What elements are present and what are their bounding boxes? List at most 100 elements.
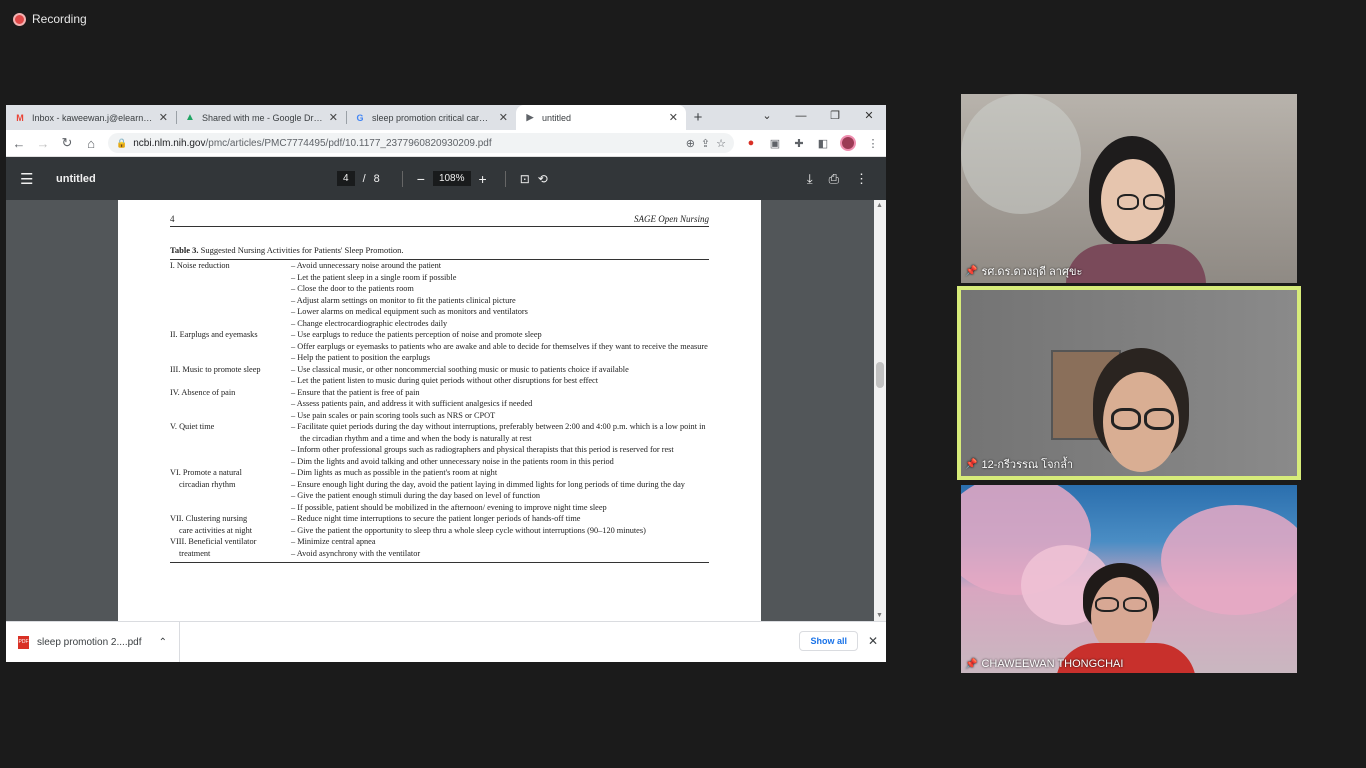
table-cell-category (170, 502, 291, 514)
download-icon[interactable]: ⤓ (807, 171, 813, 187)
google-icon: G (356, 112, 364, 123)
glasses-icon (1143, 194, 1165, 210)
close-tab-icon[interactable]: ✕ (159, 111, 168, 124)
table-cell-category: I. Noise reduction (170, 261, 230, 270)
bookmark-star-icon[interactable]: ☆ (716, 137, 726, 150)
table-cell-category: care activities at night (179, 525, 253, 535)
glasses-icon (1117, 194, 1139, 210)
table-row: – Use pain scales or pain scoring tools … (170, 410, 709, 422)
forward-button[interactable]: → (36, 136, 50, 151)
table-row: – If possible, patient should be mobiliz… (170, 502, 709, 514)
glasses-icon (1123, 597, 1147, 612)
scroll-down-icon[interactable]: ▼ (876, 612, 883, 619)
share-icon[interactable]: ⇪ (701, 137, 710, 150)
table-row: – Change electrocardiographic electrodes… (170, 318, 709, 330)
fit-page-icon[interactable]: ⊡ (520, 172, 530, 186)
video-tile-1[interactable]: 📌 รศ.ดร.ดวงฤดี ลาศุขะ (961, 94, 1297, 283)
table-cell-activity: – Minimize central apnea (291, 537, 376, 546)
zoom-level-input[interactable]: 108% (432, 171, 471, 186)
table-caption-text: Suggested Nursing Activities for Patient… (200, 245, 404, 255)
close-window-button[interactable]: ✕ (852, 105, 886, 130)
close-download-bar-icon[interactable]: ✕ (868, 634, 878, 648)
youtube-extension-icon[interactable]: ● (744, 137, 758, 149)
back-button[interactable]: ← (12, 136, 26, 151)
pdf-toolbar: ☰ untitled 4 / 8 − 108% + ⊡ ⟲ ⤓ ⎙ ⋮ (6, 157, 886, 200)
chrome-menu-icon[interactable]: ⋮ (866, 137, 880, 150)
close-tab-icon[interactable]: ✕ (499, 111, 508, 124)
lock-icon: 🔒 (116, 137, 128, 148)
pin-icon: 📌 (965, 265, 978, 277)
side-panel-icon[interactable]: ◧ (816, 137, 830, 150)
table-cell-activity: – Avoid unnecessary noise around the pat… (291, 261, 442, 270)
tab-untitled-active[interactable]: ▶ untitled ✕ (516, 105, 686, 130)
table-caption: Table 3. Suggested Nursing Activities fo… (170, 245, 709, 260)
video-tile-2-active-speaker[interactable]: 📌 12-กรีวรรณ โจกล้ำ (957, 286, 1301, 480)
profile-avatar[interactable] (840, 135, 856, 151)
table-cell-category (170, 456, 291, 468)
table-row: II. Earplugs and eyemasks – Use earplugs … (170, 329, 709, 341)
table-row: VII. Clustering nursing – Reduce night ti… (170, 513, 709, 525)
table-cell-category: IV. Absence of pain (170, 387, 236, 397)
zoom-icon[interactable]: ⊕ (686, 137, 695, 150)
tab-gmail[interactable]: M Inbox - kaweewan.j@elearning ✕ (6, 105, 176, 130)
recording-label: Recording (32, 12, 87, 26)
divider (401, 170, 403, 187)
tab-drive[interactable]: ▲ Shared with me - Google Drive ✕ (176, 105, 346, 130)
page-number-input[interactable]: 4 (337, 171, 355, 186)
table-cell-category (170, 444, 291, 456)
puzzle-extensions-icon[interactable]: ✚ (792, 137, 806, 150)
table-cell-activity: – Let the patient sleep in a single room… (291, 272, 457, 282)
new-tab-button[interactable]: + (686, 105, 710, 130)
extension-icon[interactable]: ▣ (768, 137, 782, 150)
download-item[interactable]: PDF sleep promotion 2....pdf ⌃ (6, 622, 180, 662)
rotate-icon[interactable]: ⟲ (538, 172, 548, 186)
more-options-icon[interactable]: ⋮ (855, 171, 868, 187)
print-icon[interactable]: ⎙ (829, 171, 839, 187)
tab-search-icon[interactable]: ⌄ (750, 105, 784, 130)
table-cell-category: V. Quiet time (170, 422, 215, 431)
background-blur (961, 94, 1081, 214)
pdf-viewport[interactable]: 4 SAGE Open Nursing Table 3. Suggested N… (6, 200, 886, 621)
address-bar[interactable]: 🔒 ncbi.nlm.nih.gov/pmc/articles/PMC77744… (108, 133, 734, 153)
minimize-button[interactable]: — (784, 105, 818, 130)
table-cell-category (170, 272, 291, 284)
restore-button[interactable]: ❐ (818, 105, 852, 130)
tab-title: Inbox - kaweewan.j@elearning (32, 112, 153, 123)
close-tab-icon[interactable]: ✕ (329, 111, 338, 124)
table-cell-category (170, 341, 291, 353)
table-row: – Let the patient listen to music during… (170, 375, 709, 387)
reload-button[interactable]: ↻ (60, 135, 74, 151)
person-body (1066, 244, 1206, 283)
browser-toolbar: ← → ↻ ⌂ 🔒 ncbi.nlm.nih.gov/pmc/articles/… (6, 130, 886, 157)
table-row: treatment – Avoid asynchrony with the ven… (170, 548, 709, 560)
scroll-up-icon[interactable]: ▲ (876, 202, 883, 209)
zoom-out-icon[interactable]: − (417, 171, 425, 187)
close-tab-icon[interactable]: ✕ (669, 111, 678, 124)
gmail-icon: M (16, 112, 24, 123)
scrollbar-thumb[interactable] (876, 362, 884, 388)
table-cell-activity: – Dim the lights and avoid talking and o… (291, 456, 614, 466)
table-cell-activity: – Give the patient enough stimuli during… (291, 491, 541, 500)
show-all-button[interactable]: Show all (799, 631, 858, 651)
table-row: care activities at night – Give the patie… (170, 525, 709, 537)
glasses-icon (1144, 408, 1174, 430)
home-button[interactable]: ⌂ (84, 136, 98, 151)
table-cell-category: VI. Promote a natural (170, 468, 242, 477)
zoom-in-icon[interactable]: + (479, 171, 487, 187)
running-header: 4 SAGE Open Nursing (170, 214, 709, 227)
video-tile-3[interactable]: 📌 CHAWEEWAN THONGCHAI (961, 485, 1297, 673)
chevron-up-icon[interactable]: ⌃ (159, 637, 167, 648)
hamburger-menu-icon[interactable]: ☰ (20, 170, 40, 188)
table-cell-category (170, 283, 291, 295)
recording-indicator: Recording (13, 12, 87, 26)
divider (504, 170, 506, 187)
table-row: – Close the door to the patients room (170, 283, 709, 295)
pdf-scrollbar[interactable]: ▲ ▼ (874, 200, 886, 621)
table-cell-activity: – Give the patient the opportunity to sl… (291, 525, 646, 535)
tab-google-search[interactable]: G sleep promotion critical care C ✕ (346, 105, 516, 130)
record-icon (13, 12, 26, 26)
table-cell-activity: – If possible, patient should be mobiliz… (291, 502, 607, 512)
table-cell-category (170, 306, 291, 318)
table-cell-activity: – Use classical music, or other noncomme… (291, 364, 629, 374)
pdf-page: 4 SAGE Open Nursing Table 3. Suggested N… (118, 200, 761, 621)
